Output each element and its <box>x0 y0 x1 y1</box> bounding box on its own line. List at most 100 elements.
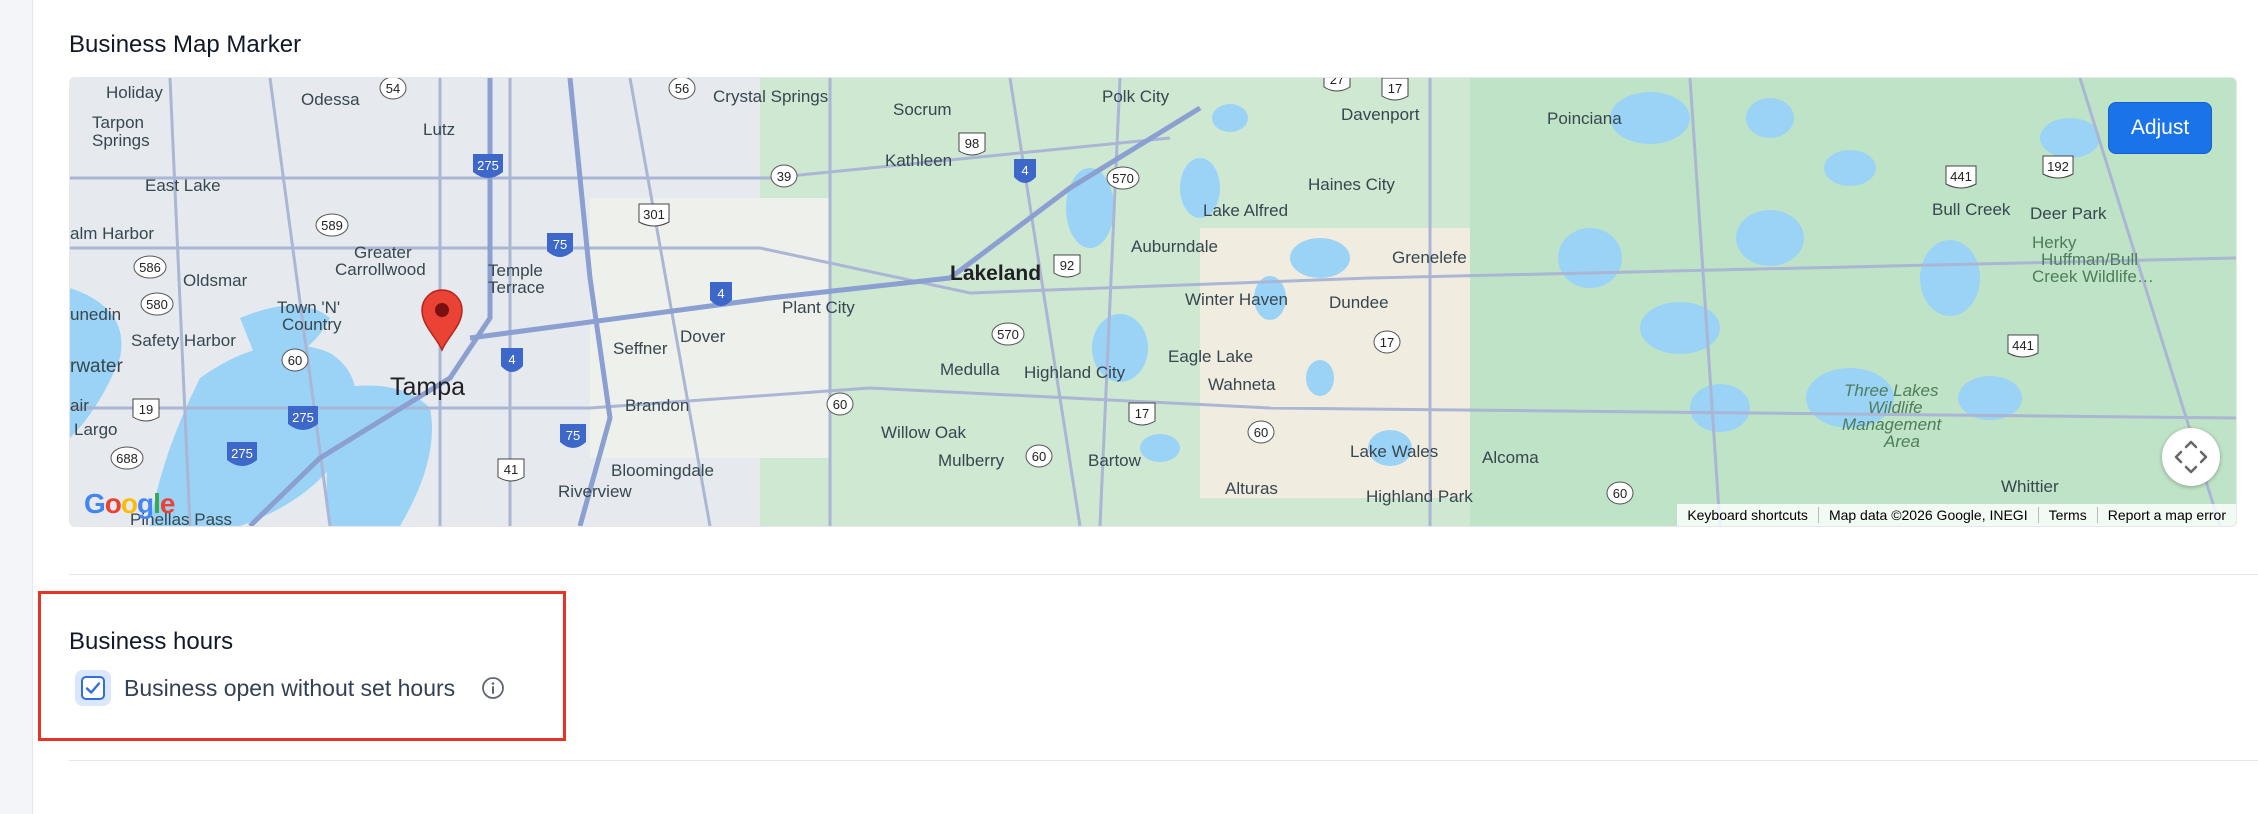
place-label: Crystal Springs <box>713 87 828 106</box>
svg-text:75: 75 <box>566 428 580 443</box>
section-divider <box>69 760 2258 761</box>
us-route-shield: 98 <box>958 132 986 156</box>
place-label: Carrollwood <box>335 260 426 279</box>
svg-text:60: 60 <box>288 353 302 368</box>
place-label: Willow Oak <box>881 423 967 442</box>
adjust-button[interactable]: Adjust <box>2108 102 2212 154</box>
map-lake <box>1746 98 1794 138</box>
place-label: Riverview <box>558 482 632 501</box>
state-road-shield: 56 <box>668 78 696 100</box>
place-label: Plant City <box>782 298 855 317</box>
state-road-shield: 570 <box>1106 166 1140 190</box>
state-road-shield: 688 <box>110 446 144 470</box>
terms-link[interactable]: Terms <box>2037 507 2097 523</box>
google-logo: Google <box>84 488 176 520</box>
svg-text:301: 301 <box>643 207 665 222</box>
us-route-shield: 92 <box>1053 254 1081 278</box>
interstate-shield: 275 <box>473 154 503 178</box>
place-label: rwater <box>70 356 123 377</box>
state-road-shield: 60 <box>1247 420 1275 444</box>
place-label: Country <box>282 315 342 334</box>
google-logo-letter: o <box>104 488 122 519</box>
state-road-shield: 60 <box>1606 481 1634 505</box>
place-label: alm Harbor <box>70 224 154 243</box>
map-lake <box>1736 210 1804 266</box>
svg-text:589: 589 <box>321 218 343 233</box>
report-map-error-link[interactable]: Report a map error <box>2096 507 2236 523</box>
place-label: East Lake <box>145 176 221 195</box>
map-lake <box>1690 384 1750 432</box>
svg-text:75: 75 <box>553 237 567 252</box>
open-without-hours-label[interactable]: Business open without set hours <box>124 675 455 702</box>
state-road-shield: 39 <box>770 164 798 188</box>
svg-text:275: 275 <box>477 158 499 173</box>
svg-text:17: 17 <box>1135 406 1149 421</box>
google-logo-letter: l <box>153 488 161 519</box>
svg-text:92: 92 <box>1060 258 1074 273</box>
info-icon[interactable] <box>480 675 506 701</box>
svg-text:41: 41 <box>504 462 518 477</box>
map-camera-control-button[interactable] <box>2162 428 2220 486</box>
map-lake <box>1140 434 1180 462</box>
us-route-shield: 17 <box>1381 78 1409 101</box>
place-label: Lutz <box>423 120 455 139</box>
us-route-shield: 27 <box>1323 78 1351 92</box>
state-road-shield: 60 <box>826 392 854 416</box>
us-route-shield: 441 <box>2007 334 2039 358</box>
state-road-shield: 60 <box>281 348 309 372</box>
svg-text:275: 275 <box>292 410 314 425</box>
map-lake <box>1824 150 1876 186</box>
svg-text:56: 56 <box>675 81 689 96</box>
place-label: air <box>70 396 89 415</box>
place-label: Bull Creek <box>1932 200 2011 219</box>
map-lake <box>1290 238 1350 278</box>
place-label: Alcoma <box>1482 448 1539 467</box>
place-label: Brandon <box>625 396 689 415</box>
place-label: Bloomingdale <box>611 461 714 480</box>
map-canvas[interactable]: Holiday Odessa Crystal Springs Socrum Po… <box>70 78 2236 526</box>
keyboard-shortcuts-link[interactable]: Keyboard shortcuts <box>1677 507 1818 523</box>
svg-text:54: 54 <box>386 81 400 96</box>
business-hours-title: Business hours <box>69 628 234 655</box>
svg-text:39: 39 <box>777 169 791 184</box>
checkbox-box <box>81 676 105 700</box>
svg-text:570: 570 <box>997 327 1019 342</box>
svg-text:4: 4 <box>1021 163 1028 178</box>
svg-text:580: 580 <box>146 297 168 312</box>
svg-text:27: 27 <box>1330 78 1344 87</box>
business-map[interactable]: Holiday Odessa Crystal Springs Socrum Po… <box>69 77 2237 527</box>
google-logo-letter: g <box>137 488 154 519</box>
open-without-hours-checkbox[interactable] <box>75 670 111 706</box>
us-route-shield: 441 <box>1945 165 1977 189</box>
state-road-shield: 54 <box>379 78 407 100</box>
state-road-shield: 589 <box>315 213 349 237</box>
map-lake <box>1558 228 1622 288</box>
place-label: Kathleen <box>885 151 952 170</box>
place-label: Eagle Lake <box>1168 347 1253 366</box>
place-label: Largo <box>74 420 117 439</box>
place-label: Odessa <box>301 90 360 109</box>
svg-text:688: 688 <box>116 451 138 466</box>
state-road-shield: 586 <box>133 255 167 279</box>
highlight-annotation-box <box>38 591 566 741</box>
state-road-shield: 60 <box>1025 444 1053 468</box>
svg-text:4: 4 <box>717 286 724 301</box>
us-route-shield: 192 <box>2042 155 2074 179</box>
interstate-shield: 75 <box>547 233 573 257</box>
google-logo-letter: e <box>159 488 176 519</box>
google-logo-letter: o <box>120 488 138 519</box>
place-label: Polk City <box>1102 87 1170 106</box>
interstate-shield: 275 <box>288 406 318 430</box>
place-label: Springs <box>92 131 150 150</box>
page: Business Map Marker Holiday Odessa Cryst… <box>0 0 2258 814</box>
map-lake <box>1920 240 1980 316</box>
state-road-shield: 17 <box>1373 330 1401 354</box>
place-label: Davenport <box>1341 105 1420 124</box>
svg-text:19: 19 <box>139 402 153 417</box>
svg-text:586: 586 <box>139 260 161 275</box>
svg-text:17: 17 <box>1388 81 1402 96</box>
place-label: Lake Wales <box>1350 442 1438 461</box>
checkmark-icon <box>85 682 101 694</box>
place-label: Mulberry <box>938 451 1005 470</box>
place-label-lakeland: Lakeland <box>950 262 1041 285</box>
